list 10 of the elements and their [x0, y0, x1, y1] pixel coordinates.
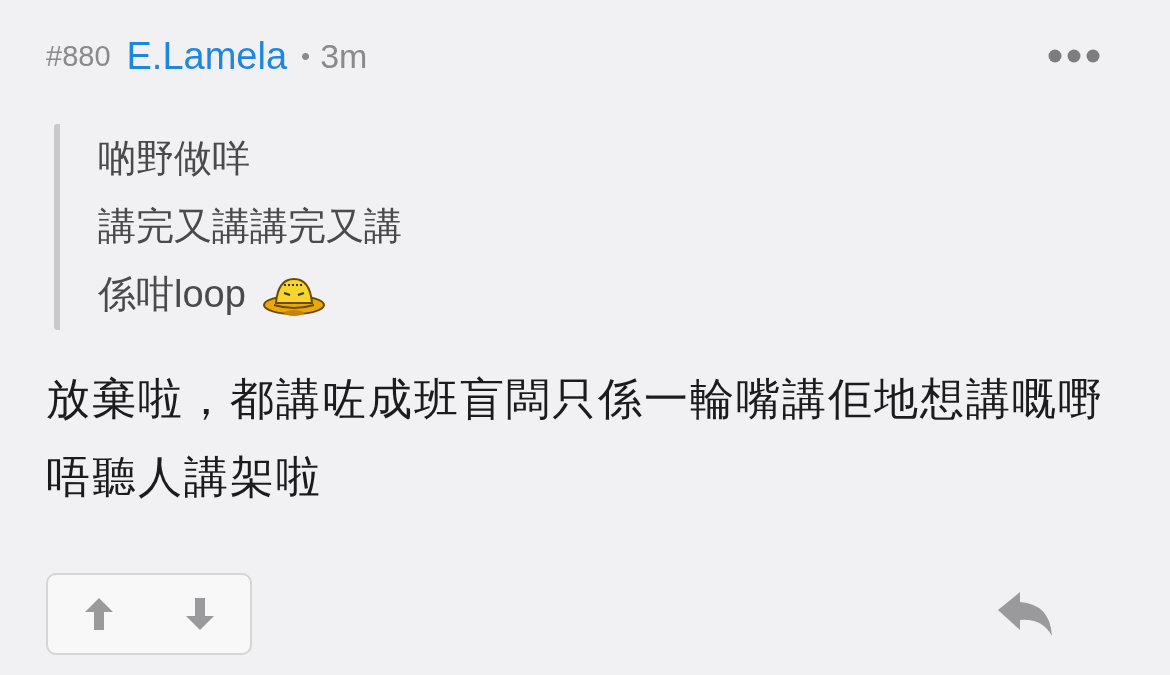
separator-dot: •	[301, 40, 311, 72]
quote-text: 啲野做咩	[98, 136, 250, 181]
quote-text: 講完又講講完又講	[98, 204, 402, 249]
quote-text: 係咁loop	[98, 272, 246, 317]
author-name[interactable]: E.Lamela	[126, 34, 288, 78]
more-icon[interactable]	[1048, 49, 1100, 63]
post-time: 3m	[320, 36, 368, 76]
reply-icon[interactable]	[998, 592, 1054, 636]
post-text: 放棄啦，都講咗成班盲闆只係一輪嘴講佢地想講嘅嘢唔聽人講架啦	[46, 373, 1105, 503]
post-number: #880	[46, 39, 111, 73]
